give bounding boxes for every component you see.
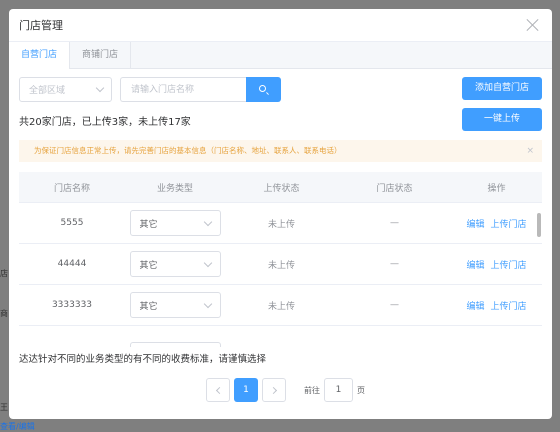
business-type-select[interactable]: 其它 bbox=[129, 292, 221, 318]
tab-self-operated-stores[interactable]: 自营门店 bbox=[9, 42, 71, 69]
region-select-placeholder: 全部区域 bbox=[29, 86, 66, 96]
background-text: 王 bbox=[0, 403, 8, 412]
goto-page-input[interactable] bbox=[324, 378, 353, 402]
business-type-select[interactable] bbox=[129, 342, 221, 347]
page-number-current[interactable]: 1 bbox=[234, 378, 258, 402]
page-suffix: 页 bbox=[357, 385, 365, 395]
goto-label: 前往 bbox=[304, 385, 320, 395]
edit-link[interactable]: 编辑 bbox=[466, 258, 484, 271]
dialog-header: 门店管理 bbox=[9, 9, 552, 42]
upload-store-link[interactable]: 上传门店 bbox=[491, 299, 527, 312]
business-type-cell: 其它 bbox=[125, 203, 225, 243]
column-header-store-status: 门店状态 bbox=[376, 183, 413, 194]
store-status-cell: — bbox=[390, 218, 399, 228]
store-name-cell: 44444 bbox=[57, 259, 87, 269]
business-type-select[interactable]: 其它 bbox=[129, 210, 221, 236]
actions-cell: 编辑 上传门店 bbox=[451, 244, 542, 284]
fee-footnote: 达达针对不同的业务类型的有不同的收费标准，请谨慎选择 bbox=[19, 354, 267, 365]
store-management-dialog: 门店管理 自营门店 商铺门店 全部区域 添加自营门店 一键上传 共20家门店，已… bbox=[9, 9, 552, 419]
search-icon bbox=[259, 85, 266, 92]
chevron-left-icon bbox=[215, 386, 224, 395]
actions-cell: 编辑 上传门店 bbox=[451, 285, 542, 325]
store-search bbox=[120, 77, 281, 102]
edit-link[interactable]: 编辑 bbox=[466, 299, 484, 312]
column-header-upload-status: 上传状态 bbox=[263, 183, 300, 194]
table-scrollbar[interactable] bbox=[537, 213, 541, 237]
background-text: 商 bbox=[0, 309, 8, 318]
store-status-cell: — bbox=[390, 300, 399, 310]
pagination: 1 前往 页 bbox=[206, 378, 365, 402]
tab-merchant-stores[interactable]: 商铺门店 bbox=[70, 42, 132, 68]
store-summary: 共20家门店，已上传3家，未上传17家 bbox=[19, 117, 191, 128]
notice-close-icon[interactable]: × bbox=[526, 140, 534, 162]
warning-notice: 为保证门店信息正常上传，请先完善门店的基本信息（门店名称、地址、联系人、联系电话… bbox=[19, 140, 542, 162]
tab-bar: 自营门店 商铺门店 bbox=[9, 42, 552, 69]
chevron-down-icon bbox=[203, 258, 212, 268]
business-type-select[interactable]: 其它 bbox=[129, 251, 221, 277]
add-self-store-button[interactable]: 添加自营门店 bbox=[462, 77, 542, 100]
business-type-value: 其它 bbox=[139, 301, 158, 312]
region-select[interactable]: 全部区域 bbox=[19, 77, 112, 102]
business-type-cell: 其它 bbox=[125, 285, 225, 325]
chevron-down-icon bbox=[95, 83, 105, 93]
chevron-down-icon bbox=[203, 217, 212, 227]
upload-status-cell: 未上传 bbox=[267, 219, 295, 230]
upload-store-link[interactable]: 上传门店 bbox=[491, 217, 527, 230]
chevron-right-icon bbox=[269, 386, 278, 395]
column-header-actions: 操作 bbox=[487, 183, 506, 194]
business-type-cell bbox=[125, 326, 225, 347]
upload-store-link[interactable]: 上传门店 bbox=[491, 258, 527, 271]
prev-page-button[interactable] bbox=[206, 378, 230, 402]
next-page-button[interactable] bbox=[262, 378, 286, 402]
table-row-partial bbox=[19, 326, 542, 347]
edit-link[interactable]: 编辑 bbox=[466, 217, 484, 230]
column-header-business-type: 业务类型 bbox=[156, 183, 193, 194]
table-row: 3333333 其它 未上传 — 编辑 上传门店 bbox=[19, 285, 542, 326]
warning-notice-text: 为保证门店信息正常上传，请先完善门店的基本信息（门店名称、地址、联系人、联系电话… bbox=[34, 146, 342, 155]
store-name-search-input[interactable] bbox=[120, 77, 246, 102]
business-type-value: 其它 bbox=[139, 260, 158, 271]
column-header-store-name: 门店名称 bbox=[53, 183, 90, 194]
upload-status-cell: 未上传 bbox=[267, 301, 295, 312]
dialog-title: 门店管理 bbox=[19, 19, 63, 32]
table-row: 5555 其它 未上传 — 编辑 上传门店 bbox=[19, 203, 542, 244]
business-type-value: 其它 bbox=[139, 219, 158, 230]
table-header: 门店名称 业务类型 上传状态 门店状态 操作 bbox=[19, 172, 542, 203]
chevron-down-icon bbox=[203, 299, 212, 309]
business-type-cell: 其它 bbox=[125, 244, 225, 284]
upload-all-button[interactable]: 一键上传 bbox=[462, 108, 542, 131]
upload-status-cell: 未上传 bbox=[267, 260, 295, 271]
filter-bar: 全部区域 bbox=[19, 77, 281, 102]
store-name-cell: 3333333 bbox=[51, 300, 93, 310]
actions-cell: 编辑 上传门店 bbox=[451, 203, 542, 243]
table-row: 44444 其它 未上传 — 编辑 上传门店 bbox=[19, 244, 542, 285]
background-text: 店 bbox=[0, 269, 8, 278]
search-button[interactable] bbox=[246, 77, 281, 102]
store-table: 门店名称 业务类型 上传状态 门店状态 操作 5555 其它 未上传 — 编辑 … bbox=[19, 172, 542, 347]
close-icon[interactable] bbox=[526, 18, 540, 32]
store-status-cell: — bbox=[390, 259, 399, 269]
background-link[interactable]: 查看/编辑 bbox=[0, 421, 35, 432]
store-name-cell: 5555 bbox=[60, 218, 84, 228]
